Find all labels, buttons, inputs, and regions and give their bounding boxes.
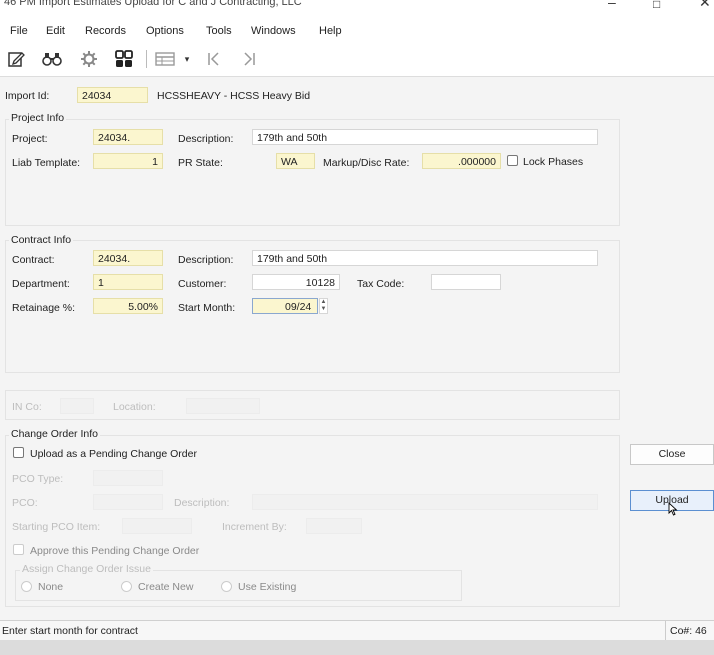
in-co-label: IN Co: xyxy=(12,401,42,413)
pr-state-field[interactable]: WA xyxy=(276,153,315,169)
menu-help[interactable]: Help xyxy=(319,25,342,37)
status-bar: Enter start month for contract Co#: 46 xyxy=(0,620,714,641)
tax-code-field[interactable] xyxy=(431,274,501,290)
import-window: 46 PM Import Estimates Upload for C and … xyxy=(0,0,714,641)
table-icon[interactable] xyxy=(154,49,176,69)
approve-pco-label: Approve this Pending Change Order xyxy=(30,545,200,557)
start-month-spinner[interactable]: ▲ ▼ xyxy=(319,298,328,314)
increment-by-label: Increment By: xyxy=(222,521,287,533)
toolbar-separator xyxy=(146,50,147,68)
first-record-icon[interactable] xyxy=(203,49,225,69)
mouse-cursor-icon xyxy=(668,502,678,516)
change-order-title: Change Order Info xyxy=(9,428,100,440)
increment-by-field xyxy=(306,518,362,534)
menu-records[interactable]: Records xyxy=(85,25,126,37)
retainage-label: Retainage %: xyxy=(12,302,76,314)
approve-pco-checkbox[interactable] xyxy=(13,544,24,555)
markup-rate-field[interactable]: .000000 xyxy=(422,153,501,169)
project-field[interactable]: 24034. xyxy=(93,129,163,145)
title-bar: 46 PM Import Estimates Upload for C and … xyxy=(0,0,714,22)
menu-windows[interactable]: Windows xyxy=(251,25,296,37)
department-field[interactable]: 1 xyxy=(93,274,163,290)
start-month-field[interactable]: 09/24 xyxy=(252,298,318,314)
radio-use-existing[interactable] xyxy=(221,581,232,592)
toolbar: ▾ xyxy=(0,42,714,77)
radio-create-new-label: Create New xyxy=(138,581,194,593)
menu-tools[interactable]: Tools xyxy=(206,25,232,37)
background-strip xyxy=(0,640,714,655)
last-record-icon[interactable] xyxy=(238,49,260,69)
dropdown-arrow-icon[interactable]: ▾ xyxy=(181,49,193,69)
close-button[interactable]: Close xyxy=(630,444,714,465)
upload-pending-label: Upload as a Pending Change Order xyxy=(30,448,197,460)
project-info-title: Project Info xyxy=(9,112,67,124)
project-description-label: Description: xyxy=(178,133,234,145)
radio-none[interactable] xyxy=(21,581,32,592)
company-indicator: Co#: 46 xyxy=(665,621,714,641)
contract-label: Contract: xyxy=(12,254,55,266)
customer-label: Customer: xyxy=(178,278,227,290)
menu-file[interactable]: File xyxy=(10,25,28,37)
pco-description-field xyxy=(252,494,598,510)
pco-description-label: Description: xyxy=(174,497,230,509)
liab-template-label: Liab Template: xyxy=(12,157,81,169)
project-label: Project: xyxy=(12,133,48,145)
grid-icon[interactable] xyxy=(113,49,135,69)
menu-options[interactable]: Options xyxy=(146,25,184,37)
minimize-icon[interactable]: – xyxy=(608,0,616,10)
menu-edit[interactable]: Edit xyxy=(46,25,65,37)
import-id-field[interactable]: 24034 xyxy=(77,87,148,103)
department-label: Department: xyxy=(12,278,70,290)
contract-info-title: Contract Info xyxy=(9,234,74,246)
status-message: Enter start month for contract xyxy=(2,625,138,637)
radio-none-label: None xyxy=(38,581,64,593)
import-id-label: Import Id: xyxy=(5,90,50,102)
window-title: 46 PM Import Estimates Upload for C and … xyxy=(4,0,302,8)
maximize-icon[interactable]: □ xyxy=(653,0,660,11)
lock-phases-checkbox[interactable] xyxy=(507,155,518,166)
retainage-field[interactable]: 5.00% xyxy=(93,298,163,314)
contract-description-field[interactable]: 179th and 50th xyxy=(252,250,598,266)
location-field xyxy=(186,398,260,414)
edit-icon[interactable] xyxy=(5,49,27,69)
pco-field xyxy=(93,494,163,510)
binoculars-icon[interactable] xyxy=(41,49,63,69)
lock-phases-label: Lock Phases xyxy=(523,156,584,168)
project-description-field[interactable]: 179th and 50th xyxy=(252,129,598,145)
pr-state-label: PR State: xyxy=(178,157,223,169)
start-month-label: Start Month: xyxy=(178,302,236,314)
location-label: Location: xyxy=(113,401,156,413)
pco-type-label: PCO Type: xyxy=(12,473,64,485)
radio-use-existing-label: Use Existing xyxy=(238,581,297,593)
contract-field[interactable]: 24034. xyxy=(93,250,163,266)
close-window-icon[interactable]: ✕ xyxy=(699,0,711,11)
import-source-label: HCSSHEAVY - HCSS Heavy Bid xyxy=(157,90,311,102)
menu-bar: File Edit Records Options Tools Windows … xyxy=(0,22,714,42)
pco-type-field xyxy=(93,470,163,486)
tax-code-label: Tax Code: xyxy=(357,278,405,290)
starting-pco-item-label: Starting PCO Item: xyxy=(12,521,101,533)
gear-icon[interactable] xyxy=(78,49,100,69)
contract-description-label: Description: xyxy=(178,254,234,266)
customer-field[interactable]: 10128 xyxy=(252,274,340,290)
liab-template-field[interactable]: 1 xyxy=(93,153,163,169)
radio-create-new[interactable] xyxy=(121,581,132,592)
pco-label: PCO: xyxy=(12,497,38,509)
inventory-group xyxy=(5,390,620,420)
assign-issue-title: Assign Change Order Issue xyxy=(20,563,153,575)
in-co-field xyxy=(60,398,94,414)
upload-pending-checkbox[interactable] xyxy=(13,447,24,458)
markup-rate-label: Markup/Disc Rate: xyxy=(323,157,410,169)
starting-pco-item-field xyxy=(122,518,192,534)
